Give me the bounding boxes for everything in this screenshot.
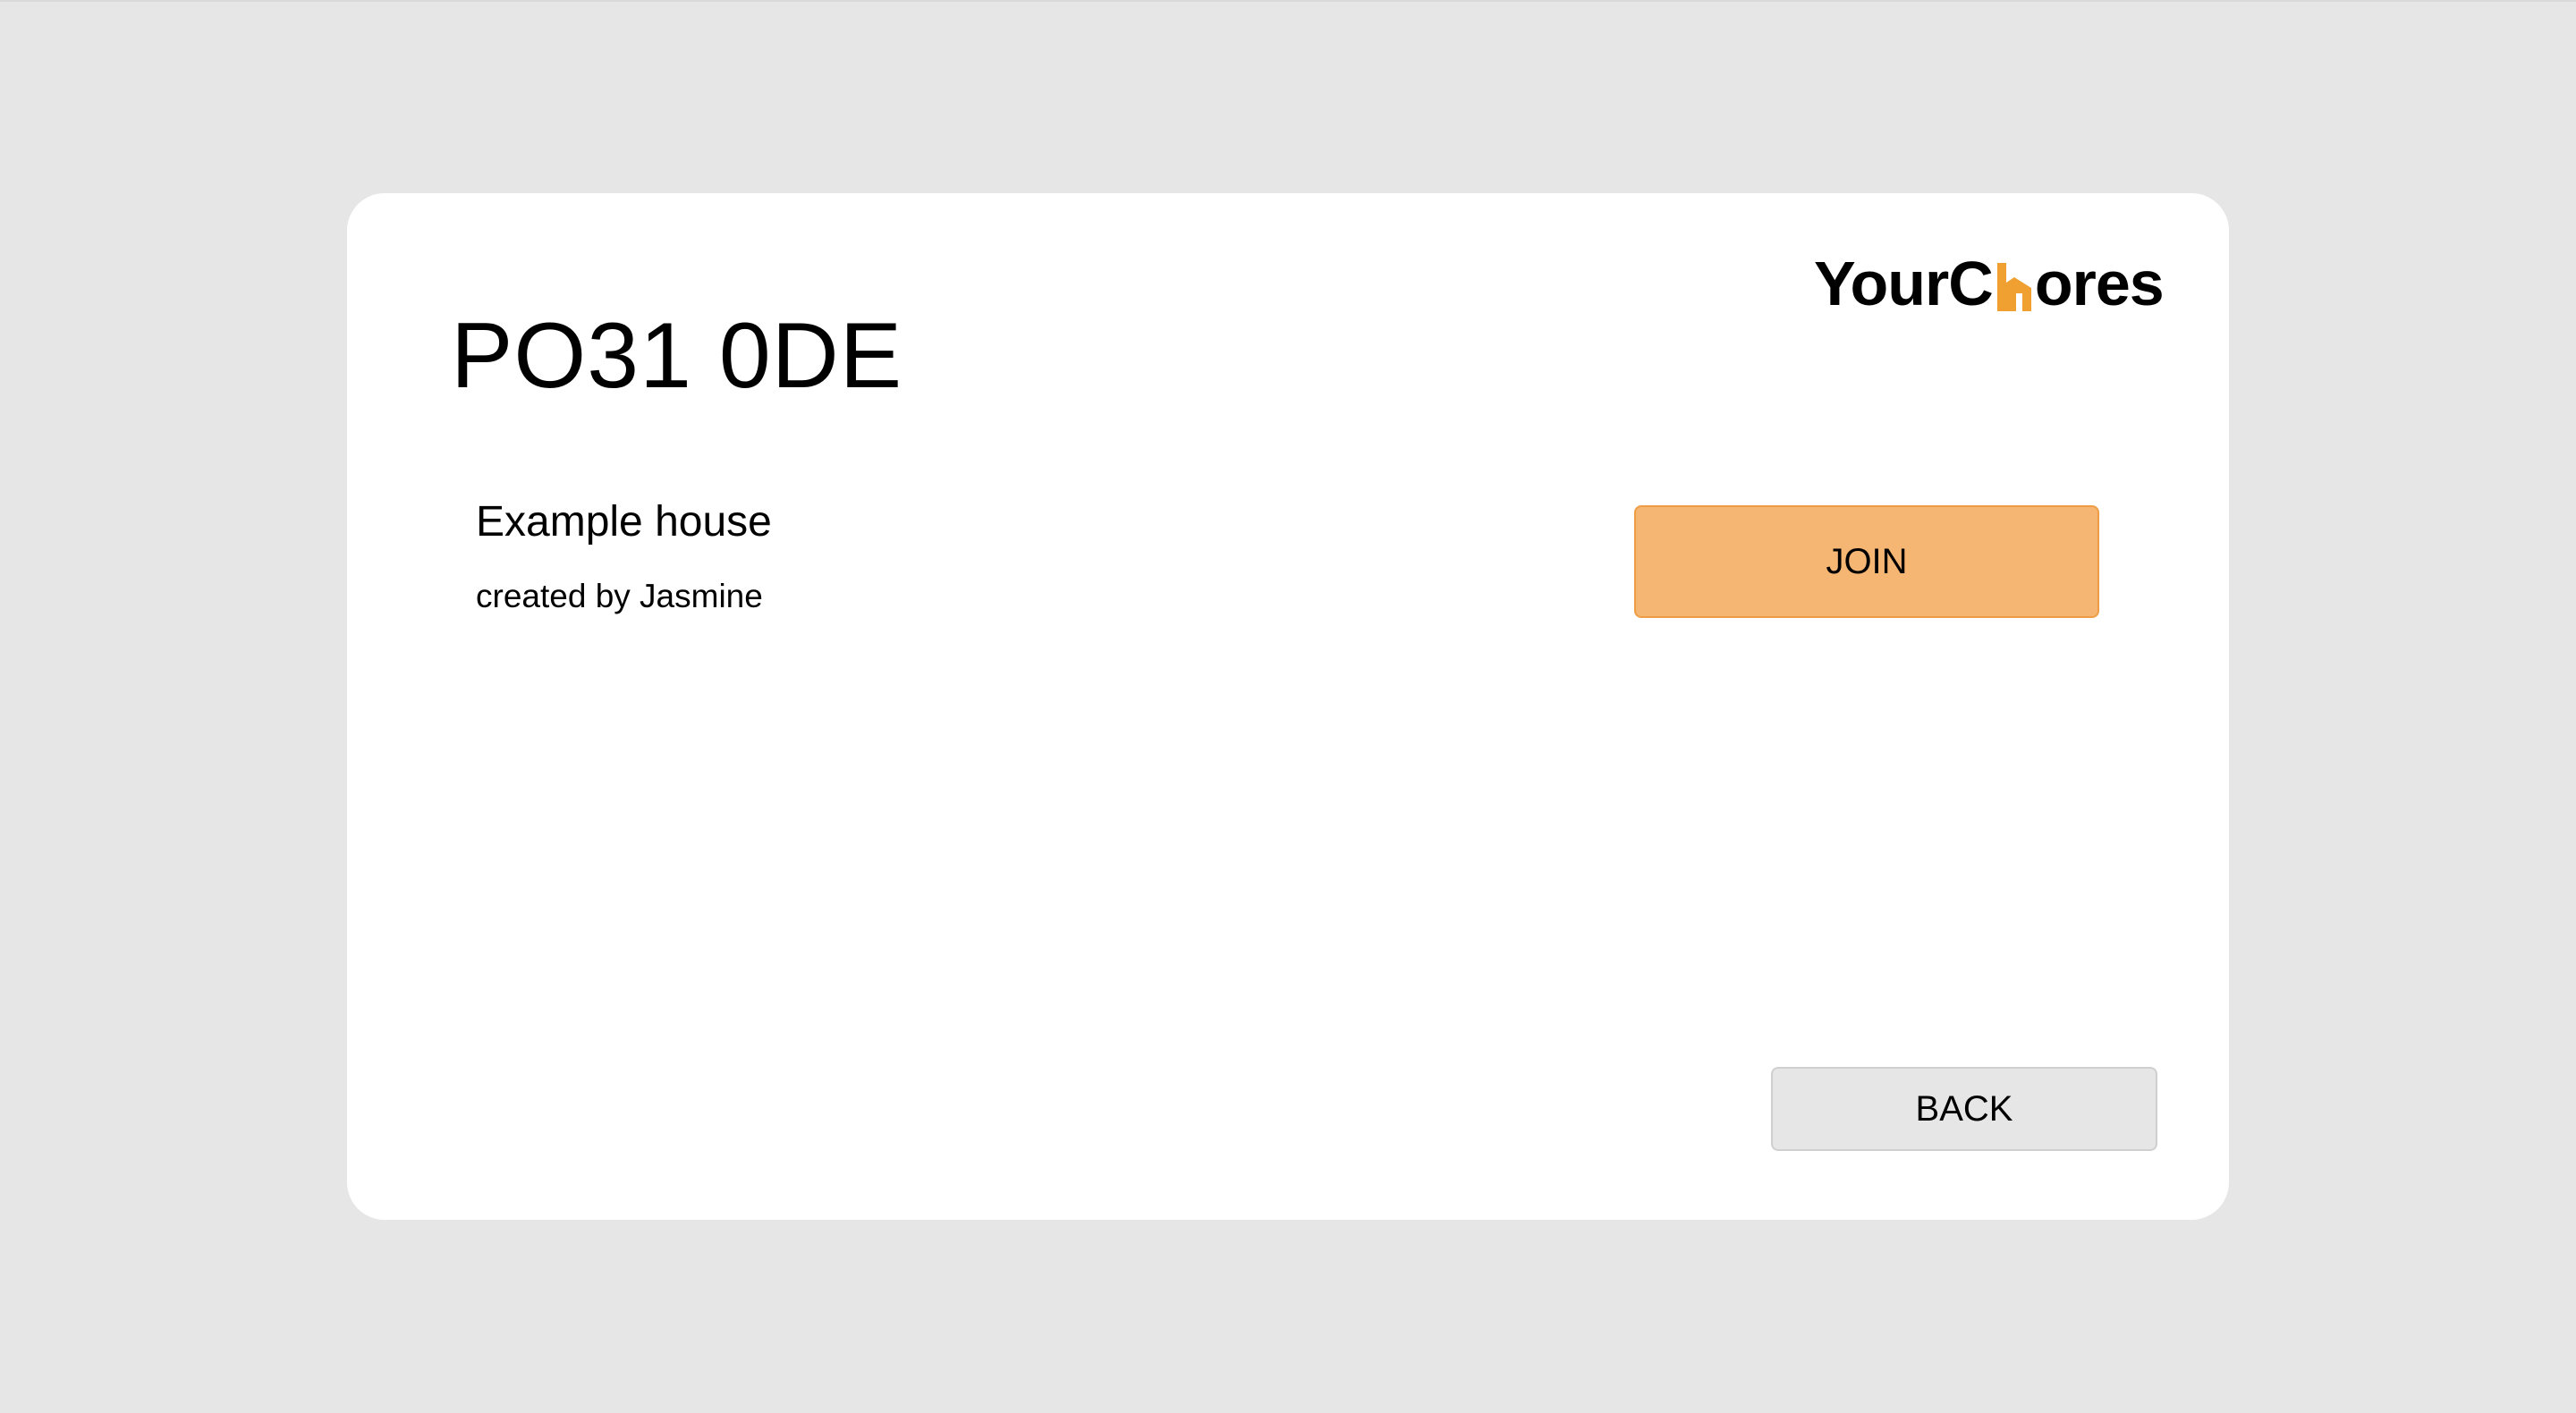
page-top-divider (0, 0, 2576, 2)
back-button[interactable]: BACK (1771, 1067, 2157, 1151)
logo-text-end: ores (2034, 249, 2165, 318)
house-name: Example house (476, 498, 772, 546)
house-icon (1995, 259, 2034, 313)
house-creator: created by Jasmine (476, 578, 763, 614)
logo-text-start: YourC (1814, 249, 1994, 318)
yourchores-logo: YourC ores (1814, 249, 2165, 318)
house-card: YourC ores PO31 0DE Example house create… (347, 193, 2229, 1220)
postcode-title: PO31 0DE (451, 304, 903, 408)
join-button[interactable]: JOIN (1634, 505, 2099, 618)
